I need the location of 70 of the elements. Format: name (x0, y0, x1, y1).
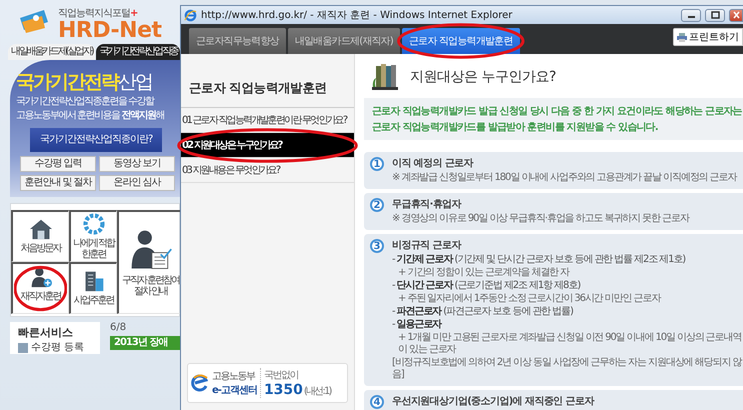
phone-prefix: 국번없이 (264, 369, 299, 382)
slide-banner: 2013년 장애 (110, 336, 180, 350)
criteria-text: ※ 경영상의 이유로 90일 이상 무급휴직·휴업을 하고도 복귀하지 못한 근로자 (392, 213, 690, 225)
close-icon (732, 11, 740, 19)
link-button[interactable]: 수강평 입력 (20, 156, 96, 172)
banner-button[interactable]: 국가기간전략산업직종이란? (30, 128, 162, 152)
quick-menu-item[interactable]: 사업주훈련 (69, 262, 117, 314)
help-center-banner[interactable]: 고용노동부 e-고객센터 국번없이 1350(내선:1) (187, 363, 348, 403)
ministry-label: 고용노동부 (212, 370, 256, 383)
center-name: e-고객센터 (212, 384, 257, 397)
link-button[interactable]: 온라인 심사 (99, 175, 175, 191)
logo-tagline: 직업능력지식포털 (58, 8, 130, 18)
person-checklist-icon (128, 228, 172, 272)
window-title: http://www.hrd.go.kr/ - 재직자 훈련 - Windows Internet Explorer (201, 9, 514, 22)
browser-icon (184, 8, 197, 22)
tab[interactable]: 근로자 직업능력개발훈련 (402, 28, 520, 54)
intro-text: 근로자 직업능력개발카드를 발급받아 훈련비를 지원받을 수 있습니다. (372, 121, 659, 134)
number-badge: 2 (370, 198, 384, 212)
sidebar-item[interactable]: 02 지원대상은 누구인가요? (181, 133, 354, 158)
maximize-button[interactable] (705, 8, 725, 22)
criteria-title: 우선지원대상기업(중소기업)에 재직중인 근로자 (392, 395, 596, 409)
tab[interactable]: 내일배움카드제(실업자) (8, 44, 96, 60)
quick-menu-item[interactable]: 나에게 적합한훈련 (69, 210, 117, 262)
criteria-text: ※ 계좌발급 신청일로부터 180일 이내에 사업주와의 고용관계가 끝날 이직예정의 근로자 (392, 172, 738, 184)
slide-counter: 6/8 (110, 322, 128, 333)
intro-text: 근로자 직업능력개발카드 발급 신청일 당시 다음 중 한 가지 요건이라도 해당하는 근로자는 (372, 105, 743, 118)
criteria-text: - 파견근로자 (파견근로자 보호 등에 관한 법률) (392, 306, 574, 318)
minimize-button[interactable] (681, 8, 701, 22)
criteria-text: + 주된 일자리에서 1주동안 소정 근로시간이 36시간 미만인 근로자 (397, 293, 662, 305)
criteria-title: 이직 예정의 근로자 (392, 157, 474, 171)
sidebar-item[interactable]: 03 지원내용은 무엇인가요? (181, 158, 354, 183)
criteria-text: [비정규직보호법에 의하여 2년 이상 동일 사업장에 근무하는 자는 지원대상에 해당되지 않음] (392, 357, 743, 381)
phone-number: 1350 (264, 382, 303, 398)
banner-text: 국가기간전략산업직종훈련을 수강할 (16, 95, 156, 108)
service-link[interactable]: 수강평 등록 (18, 342, 100, 354)
quick-menu-item[interactable]: 처음방문자 (11, 210, 69, 262)
e-logo-icon (191, 374, 209, 392)
criteria-title: 무급휴직·휴업자 (392, 198, 462, 212)
number-badge: 4 (370, 395, 384, 409)
link-button[interactable]: 훈련안내 및 절차 (20, 175, 96, 191)
section-title: 빠른서비스 (18, 326, 74, 340)
tab[interactable]: 근로자직무능력향상 (189, 28, 286, 54)
ring-icon (80, 212, 106, 234)
plus-mark: + (130, 8, 138, 18)
number-badge: 1 (370, 157, 384, 171)
criteria-title: 비정규직 근로자 (392, 239, 462, 253)
house-icon (28, 218, 54, 240)
criteria-text: - 일용근로자 (392, 319, 443, 331)
criteria-text: + 1개월 미만 고용된 근로자로 계좌발급 신청일 이전 90일 이내에 10일 이상의 근로내역이 있는 근로자 (397, 332, 742, 356)
criteria-text: + 기간의 정함이 있는 근로계약을 체결한 자 (397, 267, 571, 279)
books-icon (370, 62, 400, 92)
tab[interactable]: 국가기간전략산업직종 (96, 44, 180, 60)
printer-icon (677, 32, 687, 42)
number-badge: 3 (370, 239, 384, 253)
document-icon (18, 343, 28, 353)
tab[interactable]: 내일배움카드제(재직자) (288, 28, 400, 54)
page-heading: 지원대상은 누구인가요? (410, 68, 556, 86)
criteria-text: - 단시간 근로자 (근로기준법 제2조 제1항 제8호) (392, 280, 582, 292)
link-button[interactable]: 동영상 보기 (99, 156, 175, 172)
banner-headline: 산업 (118, 70, 152, 94)
banner-text: 고용노동부에서 훈련비용을 전액지원해 (16, 109, 165, 122)
criteria-text: - 기간제 근로자 (기간제 및 단시간 근로자 보호 등에 관한 법률 제2조 제1호) (392, 254, 686, 266)
print-button[interactable]: 프린트하기 (673, 28, 743, 46)
phone-extension: (내선:1) (304, 385, 331, 398)
sidebar-title: 근로자 직업능력개발훈련 (181, 54, 354, 108)
logo-text: HRD-Net (58, 20, 162, 42)
maximize-icon (710, 11, 720, 19)
quick-menu-item[interactable]: 재직자훈련 (11, 262, 69, 314)
close-button[interactable] (729, 8, 743, 22)
banner-headline: 국가기간전략 (16, 70, 118, 94)
